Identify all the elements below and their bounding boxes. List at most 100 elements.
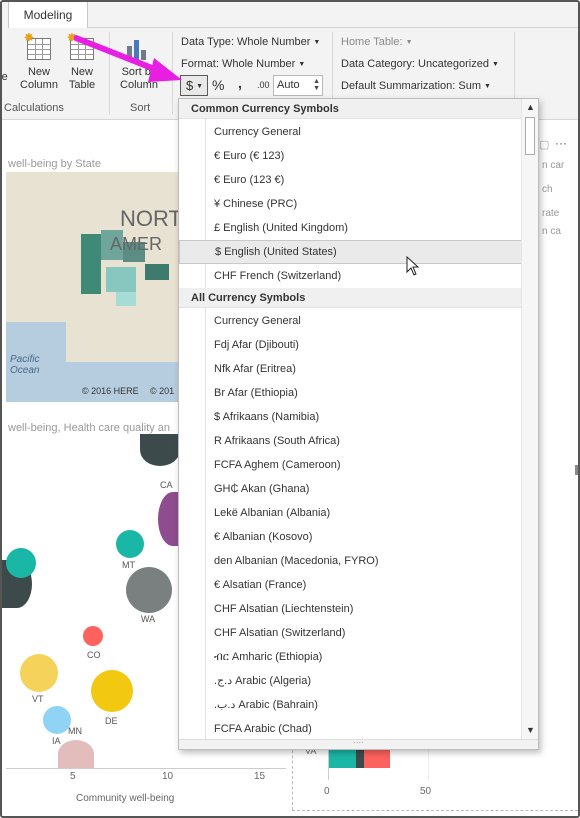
- bubble-label: MT: [122, 560, 135, 570]
- map-copyright: © 2016 HERE: [82, 386, 139, 396]
- currency-option[interactable]: Nfk Afar (Eritrea): [207, 357, 521, 381]
- bubble-label: MN: [68, 726, 82, 736]
- spinner-icon[interactable]: ▲ ▼: [313, 78, 320, 92]
- bar-segment[interactable]: [364, 750, 390, 768]
- section-header: All Currency Symbols: [179, 288, 521, 308]
- new-column-button[interactable]: ✸ New Column: [17, 31, 61, 92]
- currency-option[interactable]: د.ج.‏ Arabic (Algeria): [207, 669, 521, 693]
- tab-modeling[interactable]: Modeling: [8, 2, 88, 28]
- currency-option[interactable]: € Albanian (Kosovo): [207, 525, 521, 549]
- currency-option[interactable]: د.ب.‏ Arabic (Bahrain): [207, 693, 521, 717]
- percent-format-button[interactable]: %: [212, 77, 224, 93]
- scatter-bubble[interactable]: [116, 530, 144, 558]
- currency-list: Common Currency Symbols Currency General €…: [179, 99, 522, 741]
- currency-option[interactable]: Fdj Afar (Djibouti): [207, 333, 521, 357]
- resize-grip-icon[interactable]: ····: [179, 739, 538, 749]
- currency-dropdown[interactable]: Common Currency Symbols Currency General €…: [178, 98, 539, 750]
- map-state[interactable]: [145, 264, 169, 280]
- currency-option[interactable]: den Albanian (Macedonia, FYRO): [207, 549, 521, 573]
- currency-option[interactable]: € Euro (€ 123): [207, 144, 521, 168]
- data-category-dropdown[interactable]: Data Category: Uncategorized ▼: [341, 58, 499, 70]
- currency-option[interactable]: FCFA Aghem (Cameroon): [207, 453, 521, 477]
- data-type-label: Data Type: Whole Number: [181, 36, 311, 48]
- scatter-bubble[interactable]: [43, 706, 71, 734]
- scroll-up-icon[interactable]: ▲: [526, 102, 535, 112]
- bubble-label: DE: [105, 716, 118, 726]
- right-text: ch: [542, 184, 553, 195]
- currency-option[interactable]: R Afrikaans (South Africa): [207, 429, 521, 453]
- right-text: n ca: [542, 226, 561, 237]
- home-table-dropdown[interactable]: Home Table: ▼: [341, 36, 413, 48]
- scatter-bubble[interactable]: [6, 548, 36, 578]
- format-label: Format: Whole Number: [181, 58, 296, 70]
- currency-option[interactable]: FCFA Arabic (Chad): [207, 717, 521, 741]
- section-header: Common Currency Symbols: [179, 99, 521, 119]
- scatter-x-axis: [6, 768, 286, 769]
- new-column-label: New Column: [20, 66, 58, 91]
- currency-option[interactable]: Currency General: [207, 120, 521, 144]
- currency-option[interactable]: £ English (United Kingdom): [207, 216, 521, 240]
- currency-option[interactable]: ¥ Chinese (PRC): [207, 192, 521, 216]
- bar-tick: 50: [420, 786, 432, 797]
- map-state[interactable]: [106, 267, 136, 292]
- annotation-arrow: [74, 35, 182, 82]
- currency-option[interactable]: ብር Amharic (Ethiopia): [207, 645, 521, 669]
- data-type-dropdown[interactable]: Data Type: Whole Number ▼: [181, 36, 320, 48]
- currency-option[interactable]: Currency General: [207, 309, 521, 333]
- partial-button-label[interactable]: re: [2, 71, 8, 84]
- bar-segment[interactable]: [356, 750, 364, 768]
- comma-format-button[interactable]: ,: [238, 75, 242, 91]
- currency-option[interactable]: Lekë Albanian (Albania): [207, 501, 521, 525]
- decimal-places-value: Auto: [277, 79, 300, 91]
- focus-mode-icon[interactable]: ▢: [539, 138, 549, 151]
- chevron-down-icon: ▼: [405, 39, 413, 46]
- map-visual[interactable]: NORT AMER Pacific Ocean © 2016 HERE © 20…: [6, 172, 186, 402]
- data-category-label: Data Category: Uncategorized: [341, 58, 489, 70]
- home-table-label: Home Table:: [341, 36, 403, 48]
- bubble-label: CA: [160, 480, 173, 490]
- scatter-bubble[interactable]: [58, 740, 94, 768]
- chevron-down-icon: ▼: [491, 61, 499, 68]
- map-label-north: NORT: [120, 206, 182, 231]
- scatter-bubble[interactable]: [91, 670, 133, 712]
- right-text: rate: [542, 208, 560, 219]
- scatter-bubble[interactable]: [140, 434, 180, 466]
- app-window: Modeling re ✸ New Column ✸ New Table Cal…: [0, 0, 580, 818]
- currency-option[interactable]: € Euro (123 €): [207, 168, 521, 192]
- currency-option[interactable]: CHF French (Switzerland): [207, 264, 521, 288]
- currency-option[interactable]: Br Afar (Ethiopia): [207, 381, 521, 405]
- currency-option[interactable]: € Alsatian (France): [207, 573, 521, 597]
- format-dropdown[interactable]: Format: Whole Number ▼: [181, 58, 305, 70]
- scrollbar-thumb[interactable]: [525, 117, 535, 155]
- map-land: [66, 312, 186, 362]
- x-axis-title: Community well-being: [76, 793, 175, 804]
- map-state[interactable]: [116, 292, 136, 306]
- currency-option[interactable]: $ English (United States): [179, 240, 522, 264]
- chevron-down-icon: ▼: [298, 61, 306, 68]
- dropdown-scrollbar[interactable]: ▲ ▼: [521, 99, 538, 739]
- currency-option[interactable]: CHF Alsatian (Liechtenstein): [207, 597, 521, 621]
- default-summarization-label: Default Summarization: Sum: [341, 80, 481, 92]
- decimal-places-input[interactable]: Auto ▲ ▼: [273, 75, 323, 96]
- resize-handle[interactable]: [575, 465, 578, 475]
- chevron-down-icon: ▼: [484, 83, 491, 90]
- scroll-down-icon[interactable]: ▼: [526, 725, 535, 735]
- right-text: n car: [542, 160, 565, 171]
- scatter-bubble[interactable]: [126, 567, 172, 613]
- map-title: well-being by State: [8, 158, 101, 170]
- map-label-america: AMER: [110, 234, 163, 254]
- decimal-places-icon[interactable]: .00: [257, 80, 270, 90]
- map-state[interactable]: [81, 234, 101, 294]
- scatter-bubble[interactable]: [20, 654, 58, 692]
- default-summarization-dropdown[interactable]: Default Summarization: Sum ▼: [341, 80, 491, 92]
- visual-border: [292, 740, 293, 810]
- currency-option[interactable]: CHF Alsatian (Switzerland): [207, 621, 521, 645]
- bar-segment[interactable]: [328, 750, 356, 768]
- more-options-icon[interactable]: ···: [555, 136, 567, 150]
- currency-option[interactable]: $ Afrikaans (Namibia): [207, 405, 521, 429]
- map-copyright: © 201: [150, 386, 175, 396]
- bubble-label: VT: [32, 694, 44, 704]
- currency-option[interactable]: GH₵ Akan (Ghana): [207, 477, 521, 501]
- mouse-cursor-icon: [406, 256, 420, 276]
- scatter-bubble[interactable]: [83, 626, 103, 646]
